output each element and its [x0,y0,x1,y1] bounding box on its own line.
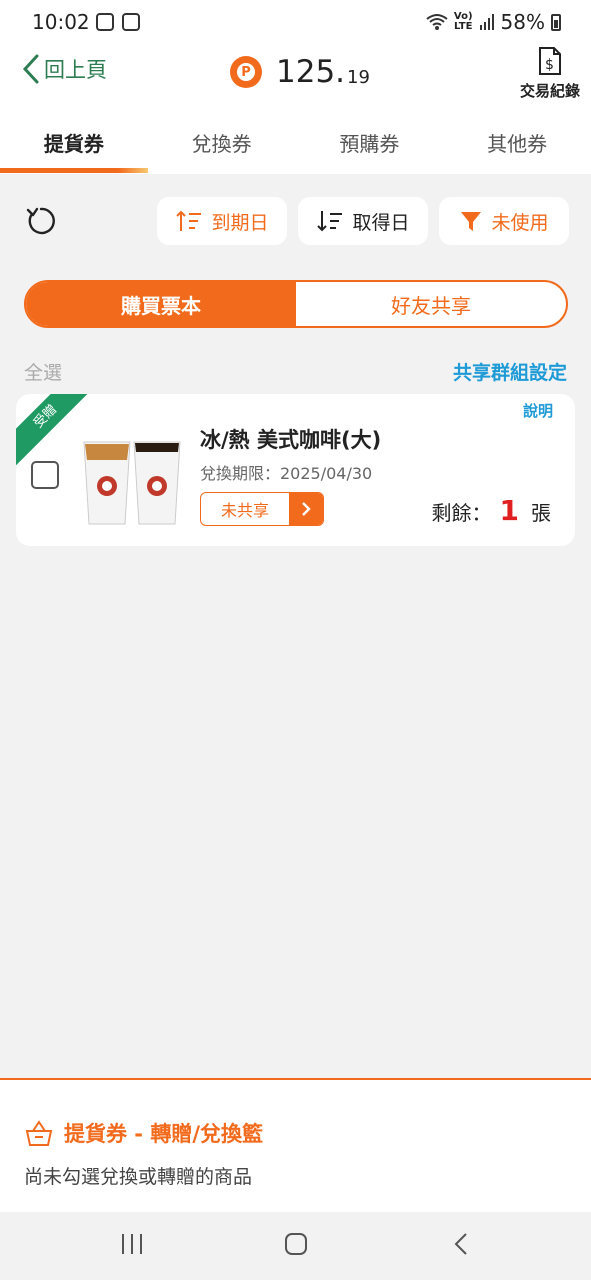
home-icon[interactable] [284,1232,308,1256]
system-nav-bar [0,1212,591,1280]
battery-percent: 58% [500,10,545,34]
status-bar: 10:02 Vo) LTE 58% [0,0,591,44]
share-group-settings-link[interactable]: 共享群組設定 [453,358,567,385]
points-icon: P [230,56,262,88]
sort-by-acquired-button[interactable]: 取得日 [298,197,428,245]
svg-text:$: $ [545,57,554,73]
basket-icon [25,1120,53,1146]
filter-funnel-icon [461,212,482,231]
sort-descending-icon [317,211,343,232]
battery-icon [551,13,561,31]
status-time: 10:02 [32,10,90,34]
transaction-history-button[interactable]: $ 交易紀錄 [517,46,583,101]
sort-acquired-label: 取得日 [352,211,410,234]
segment-purchased-books[interactable]: 購買票本 [26,282,296,326]
app-notification-icon [122,13,140,31]
basket-title: 提貨券 - 轉贈/兌換籃 [24,1118,263,1148]
back-nav-icon[interactable] [452,1232,472,1256]
transaction-history-label: 交易紀錄 [519,82,580,100]
voucher-title: 冰/熱 美式咖啡(大) [200,428,382,452]
remaining-number: 1 [499,494,519,527]
tab-pickup-voucher[interactable]: 提貨券 [0,104,148,174]
sort-by-expiry-button[interactable]: 到期日 [157,197,287,245]
top-header: 回上頁 P 125. 19 $ 交易紀錄 [0,44,591,104]
points-integer: 125. [276,54,346,90]
select-all-button[interactable]: 全選 [24,358,62,385]
sort-ascending-icon [176,210,202,231]
voucher-expiry: 兌換期限：2025/04/30 [200,464,373,483]
active-tab-indicator [0,168,148,173]
tab-exchange-voucher[interactable]: 兌換券 [148,104,296,174]
recent-apps-icon[interactable] [120,1232,144,1256]
filter-unused-label: 未使用 [491,211,549,234]
shopping-bag-notification-icon [96,13,114,31]
remaining-count: 剩餘： 1 張 [432,494,551,527]
purchase-share-toggle: 購買票本 好友共享 [24,280,568,328]
voucher-checkbox[interactable] [31,461,59,489]
coffee-cups-image [83,441,181,525]
segment-friend-share[interactable]: 好友共享 [296,282,566,326]
chevron-left-icon [22,54,39,84]
sort-expiry-label: 到期日 [211,211,269,234]
share-status-label: 未共享 [220,501,269,520]
voucher-card[interactable]: 受贈 說明 冰/熱 美式咖啡(大) 兌換期限：2025/04/30 未共享 剩餘… [16,394,575,546]
filter-unused-button[interactable]: 未使用 [439,197,569,245]
tab-other-voucher[interactable]: 其他券 [443,104,591,174]
receipt-dollar-icon: $ [539,47,561,75]
basket-empty-message: 尚未勾選兌換或轉贈的商品 [24,1166,253,1188]
explain-link[interactable]: 說明 [523,400,553,421]
volte-indicator: Vo) LTE [453,11,473,32]
signal-icon [479,14,494,30]
back-button[interactable]: 回上頁 [22,54,107,84]
remaining-unit: 張 [531,501,551,525]
status-right: Vo) LTE 58% [426,10,561,34]
exchange-basket-panel[interactable]: 提貨券 - 轉贈/兌換籃 尚未勾選兌換或轉贈的商品 [0,1078,591,1212]
tab-preorder-voucher[interactable]: 預購券 [296,104,444,174]
voucher-tabs: 提貨券 兌換券 預購券 其他券 [0,104,591,174]
remaining-label: 剩餘： [431,501,492,525]
wifi-icon [426,14,448,30]
back-label: 回上頁 [44,58,107,82]
points-decimal: 19 [347,66,370,88]
share-status-button[interactable]: 未共享 [200,492,324,526]
chevron-right-icon [289,493,323,525]
points-balance: P 125. 19 [230,54,370,90]
refresh-icon[interactable] [24,204,58,238]
